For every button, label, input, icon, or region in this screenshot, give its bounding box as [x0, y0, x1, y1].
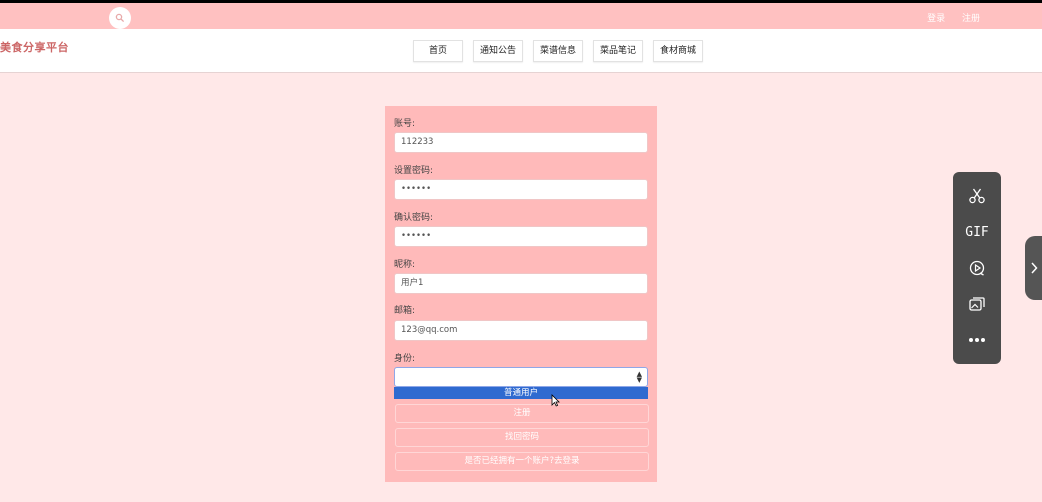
nickname-input[interactable]: 用户1 [394, 273, 648, 294]
role-select[interactable]: ▲ ▼ [394, 367, 648, 387]
search-button[interactable] [109, 7, 131, 29]
email-input[interactable]: 123@qq.com [394, 320, 648, 341]
account-input[interactable]: 112233 [394, 132, 648, 153]
password-label: 设置密码: [394, 166, 434, 176]
register-button[interactable]: 注册 [395, 404, 649, 423]
register-link[interactable]: 注册 [962, 14, 980, 24]
nav-item-home[interactable]: 首页 [413, 40, 463, 62]
email-label: 邮箱: [394, 306, 416, 316]
site-title[interactable]: 美食分享平台 [0, 39, 69, 55]
record-button[interactable] [953, 256, 1001, 280]
gif-label: GIF [965, 224, 989, 240]
chevron-right-icon [1030, 262, 1038, 274]
nav-item-shop[interactable]: 食材商城 [653, 40, 703, 62]
top-bar: 登录 注册 [0, 0, 1042, 29]
more-button[interactable] [953, 328, 1001, 352]
more-icon [969, 338, 985, 342]
record-icon [969, 260, 985, 276]
find-password-button[interactable]: 找回密码 [395, 428, 649, 447]
confirm-password-label: 确认密码: [394, 213, 434, 223]
account-label: 账号: [394, 119, 416, 129]
image-icon [969, 297, 985, 311]
top-links: 登录 注册 [913, 11, 980, 24]
go-login-button[interactable]: 是否已经拥有一个账户?去登录 [395, 452, 649, 471]
image-button[interactable] [953, 292, 1001, 316]
login-link[interactable]: 登录 [927, 14, 945, 24]
scissors-button[interactable] [953, 184, 1001, 208]
scissors-icon [969, 188, 985, 204]
select-arrows-icon: ▲ ▼ [636, 370, 642, 384]
nav-item-notice[interactable]: 通知公告 [473, 40, 523, 62]
register-form: 账号: 112233 设置密码: •••••• 确认密码: •••••• 昵称:… [385, 106, 657, 482]
nav-item-recipes[interactable]: 菜谱信息 [533, 40, 583, 62]
main-navbar: 美食分享平台 首页 通知公告 菜谱信息 菜品笔记 食材商城 [0, 29, 1042, 73]
role-option-normal-user[interactable]: 普通用户 [394, 387, 648, 399]
capture-toolbar: GIF [953, 172, 1001, 364]
password-input[interactable]: •••••• [394, 179, 648, 200]
mouse-cursor-icon [551, 394, 560, 407]
gif-button[interactable]: GIF [953, 220, 1001, 244]
nav-item-notes[interactable]: 菜品笔记 [593, 40, 643, 62]
nickname-label: 昵称: [394, 260, 416, 270]
role-label: 身份: [394, 354, 416, 364]
nav-menu: 首页 通知公告 菜谱信息 菜品笔记 食材商城 [413, 40, 703, 62]
side-panel-toggle[interactable] [1025, 236, 1042, 300]
confirm-password-input[interactable]: •••••• [394, 226, 648, 247]
search-icon [115, 13, 125, 23]
